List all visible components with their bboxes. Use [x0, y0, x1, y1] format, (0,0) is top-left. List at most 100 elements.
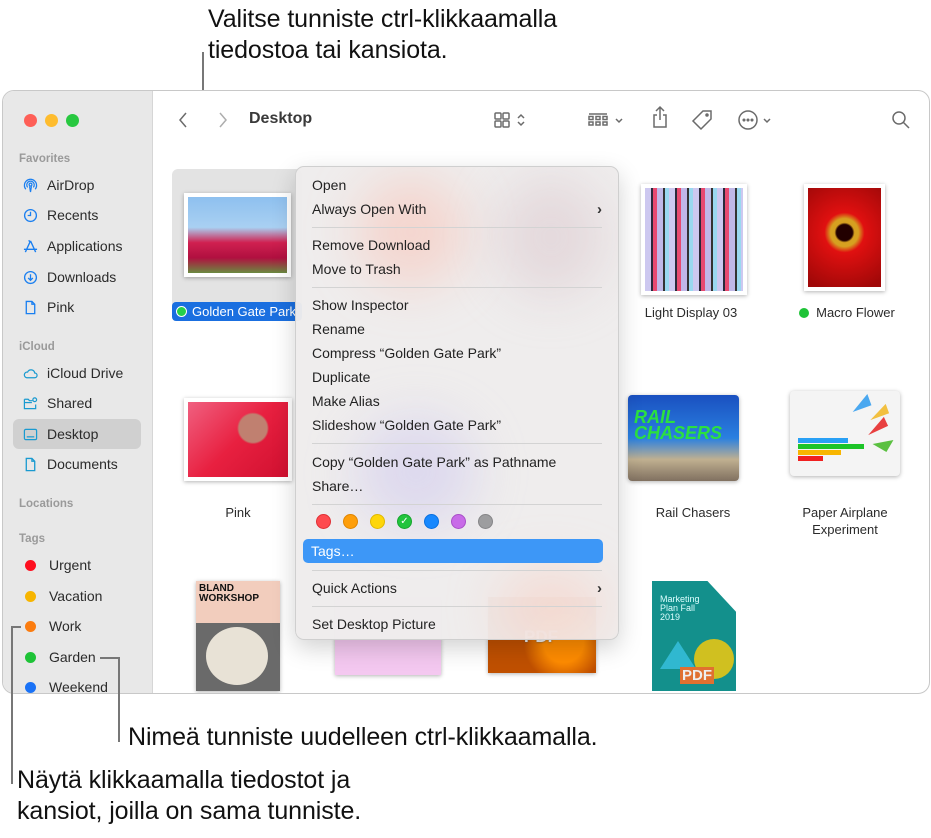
section-icloud: iCloud — [19, 341, 55, 353]
menu-item-copy-pathname[interactable]: Copy “Golden Gate Park” as Pathname — [304, 450, 602, 474]
file-light-display-03-thumbnail[interactable] — [641, 184, 747, 295]
file-pink-label[interactable]: Pink — [168, 504, 308, 521]
sidebar-item-downloads[interactable]: Downloads — [13, 262, 141, 292]
tag-color-dot — [25, 681, 36, 693]
sidebar-item-applications[interactable]: Applications — [13, 231, 141, 261]
sidebar-item-recents[interactable]: Recents — [13, 200, 141, 230]
sidebar-item-label: Documents — [47, 456, 118, 472]
back-button[interactable] — [177, 109, 189, 131]
green-tag-dot — [176, 306, 187, 317]
menu-item-remove-download[interactable]: Remove Download — [304, 233, 602, 257]
sidebar-item-label: Vacation — [49, 588, 103, 604]
green-tag-dot — [799, 308, 810, 318]
callout-line — [11, 626, 13, 784]
menu-item-show-inspector[interactable]: Show Inspector — [304, 293, 602, 317]
file-macro-flower-label[interactable]: Macro Flower — [777, 304, 917, 321]
menu-item-quick-actions[interactable]: Quick Actions › — [304, 576, 602, 600]
tag-color-orange[interactable] — [343, 514, 358, 529]
back-icon — [179, 112, 187, 128]
checkmark-icon: ✓ — [400, 516, 409, 527]
menu-item-slideshow[interactable]: Slideshow “Golden Gate Park” — [304, 413, 602, 437]
sidebar-tag-vacation[interactable]: Vacation — [13, 581, 141, 611]
more-actions-button[interactable] — [737, 109, 773, 131]
menu-item-set-desktop-picture[interactable]: Set Desktop Picture — [304, 612, 602, 636]
chart-bar — [798, 450, 841, 455]
sidebar-item-documents[interactable]: Documents — [13, 449, 141, 479]
menu-item-open[interactable]: Open — [304, 173, 602, 197]
sidebar-item-pink[interactable]: Pink — [13, 292, 141, 322]
file-macro-flower-thumbnail[interactable] — [804, 184, 885, 291]
chevron-right-icon: › — [597, 200, 602, 218]
menu-item-always-open-with[interactable]: Always Open With › — [304, 197, 602, 221]
chevron-down-icon — [763, 118, 771, 124]
sidebar-tag-work[interactable]: Work — [13, 611, 141, 641]
cloud-icon — [22, 365, 38, 381]
close-button[interactable] — [24, 114, 37, 127]
more-icon — [738, 110, 758, 130]
search-button[interactable] — [891, 109, 911, 131]
file-marketing-plan-thumbnail[interactable]: Marketing Plan Fall 2019 PDF — [652, 581, 736, 691]
share-icon — [653, 105, 667, 128]
sidebar-item-label: Urgent — [49, 557, 92, 573]
search-icon — [892, 111, 910, 129]
tag-color-red[interactable] — [316, 514, 331, 529]
sidebar-item-label: Garden — [49, 649, 96, 665]
desktop-icon — [22, 426, 38, 442]
chart-bar — [798, 456, 823, 461]
marketing-plan-title: Marketing Plan Fall 2019 — [660, 594, 700, 622]
pdf-badge: PDF — [680, 667, 714, 684]
file-golden-gate-park-label[interactable]: Golden Gate Park — [172, 302, 302, 321]
file-bland-workshop-thumbnail[interactable]: BLAND WORKSHOP — [196, 581, 280, 691]
tag-color-dot — [25, 620, 36, 632]
file-pink-thumbnail[interactable] — [184, 398, 292, 481]
chevron-right-icon: › — [597, 579, 602, 597]
window-title: Desktop — [249, 110, 313, 127]
sidebar-item-desktop[interactable]: Desktop — [13, 419, 141, 449]
sidebar-tag-garden[interactable]: Garden — [13, 642, 141, 672]
minimize-button[interactable] — [45, 114, 58, 127]
sidebar-item-label: Downloads — [47, 269, 117, 285]
file-paper-airplane-thumbnail[interactable] — [790, 391, 900, 476]
file-paper-airplane-label[interactable]: Paper Airplane Experiment — [775, 504, 915, 538]
share-button[interactable] — [651, 105, 669, 128]
chart-bar — [798, 444, 864, 449]
group-icon — [588, 113, 608, 126]
file-golden-gate-park-thumbnail[interactable] — [184, 193, 291, 277]
callout-show-tagged: Näytä klikkaamalla tiedostot ja kansiot,… — [17, 766, 362, 825]
toolbar: Desktop — [153, 91, 929, 147]
document-icon — [22, 456, 38, 472]
tag-color-green[interactable]: ✓ — [397, 514, 412, 529]
tag-color-dot — [25, 559, 36, 571]
forward-button[interactable] — [217, 109, 229, 131]
clock-icon — [22, 207, 38, 223]
sidebar-item-label: Desktop — [47, 426, 99, 442]
sidebar-item-shared[interactable]: Shared — [13, 388, 141, 418]
airplane-shape — [866, 403, 890, 421]
file-light-display-03-label[interactable]: Light Display 03 — [621, 304, 761, 321]
tag-button[interactable] — [691, 109, 713, 131]
menu-item-share[interactable]: Share… — [304, 474, 602, 498]
menu-item-tags[interactable]: Tags… — [303, 539, 603, 563]
group-button[interactable] — [587, 109, 625, 131]
file-rail-chasers-thumbnail[interactable]: RAIL CHASERS — [628, 395, 739, 481]
tag-color-yellow[interactable] — [370, 514, 385, 529]
tag-color-gray[interactable] — [478, 514, 493, 529]
view-mode-button[interactable] — [493, 109, 527, 131]
sidebar-tag-weekend[interactable]: Weekend — [13, 672, 141, 693]
menu-separator — [312, 606, 602, 607]
menu-item-move-to-trash[interactable]: Move to Trash — [304, 257, 602, 281]
tag-color-purple[interactable] — [451, 514, 466, 529]
zoom-button[interactable] — [66, 114, 79, 127]
file-rail-chasers-label[interactable]: Rail Chasers — [623, 504, 763, 521]
sidebar-item-label: AirDrop — [47, 177, 95, 193]
menu-item-rename[interactable]: Rename — [304, 317, 602, 341]
tag-color-blue[interactable] — [424, 514, 439, 529]
menu-item-make-alias[interactable]: Make Alias — [304, 389, 602, 413]
sidebar-tag-urgent[interactable]: Urgent — [13, 550, 141, 580]
menu-item-compress[interactable]: Compress “Golden Gate Park” — [304, 341, 602, 365]
sidebar-item-airdrop[interactable]: AirDrop — [13, 170, 141, 200]
section-favorites: Favorites — [19, 153, 71, 165]
sidebar-item-label: Shared — [47, 395, 93, 411]
sidebar-item-icloud-drive[interactable]: iCloud Drive — [13, 358, 141, 388]
menu-item-duplicate[interactable]: Duplicate — [304, 365, 602, 389]
